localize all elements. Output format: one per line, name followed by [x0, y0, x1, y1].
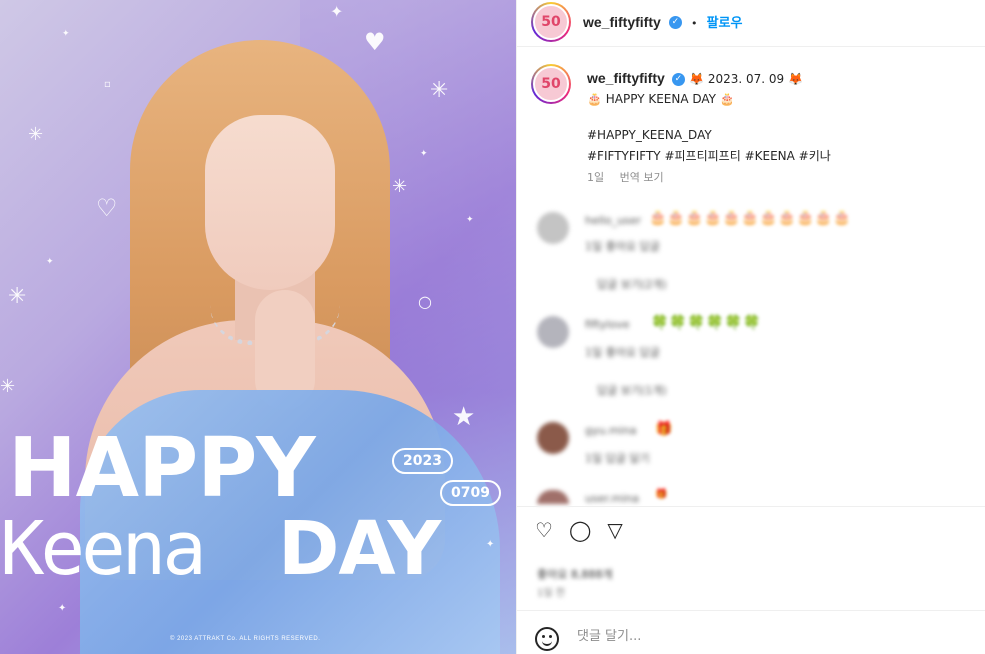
comment-input[interactable] — [577, 629, 957, 644]
verified-icon: ✓ — [668, 16, 682, 29]
follow-button[interactable]: 팔로우 — [707, 16, 743, 31]
share-icon[interactable]: ▽ — [607, 520, 622, 540]
snowflake-icon: ✳ — [392, 176, 408, 197]
face-shape — [205, 115, 335, 290]
likes-count[interactable]: 좋아요 8,888개 — [537, 566, 612, 582]
view-replies-link[interactable]: 답글 보기(2개) — [597, 276, 667, 292]
comment-avatar[interactable] — [537, 212, 569, 244]
comment-username[interactable]: user.mina — [585, 492, 639, 505]
actions-divider — [517, 506, 985, 507]
comment-meta: 1일 답글 달기 — [585, 452, 650, 465]
translate-link[interactable]: 번역 보기 — [620, 171, 664, 184]
heart-outline-icon: ♡ — [96, 194, 118, 222]
caption-date-line: 🦊 2023. 07. 09 🦊 — [689, 72, 803, 86]
star-icon: ★ — [452, 402, 476, 432]
comment-text: 🎁 — [655, 421, 674, 437]
verified-icon: ✓ — [671, 73, 685, 86]
comment-avatar[interactable] — [537, 422, 569, 454]
comment-username[interactable]: fiftylove — [585, 318, 630, 331]
year-badge: 2023 — [392, 448, 453, 474]
sparkle-icon: ✦ — [420, 149, 428, 159]
snowflake-icon: ✳ — [28, 124, 44, 145]
sparkle-icon: ✦ — [62, 29, 70, 39]
sparkle-icon: ✦ — [486, 539, 495, 550]
comment-meta: 1일 좋아요 답글 — [585, 240, 660, 253]
comment-meta: 1일 좋아요 답글 — [585, 346, 660, 359]
post-image[interactable]: ✦ ♥ ✦ ▫ ✳ ✳ ✦ ✳ ♡ ✦ ✦ ✳ ○ ✳ ★ ✦ ✦ HAPPY … — [0, 0, 516, 654]
comment-username[interactable]: hello_user — [585, 214, 641, 227]
sparkle-icon: ✦ — [330, 2, 344, 21]
sparkle-icon: ✦ — [58, 603, 67, 614]
caption-meta: 1일 번역 보기 — [587, 169, 676, 185]
heart-icon[interactable]: ♡ — [535, 520, 553, 540]
separator-dot: • — [690, 17, 698, 30]
headline-day: DAY — [278, 506, 441, 592]
sparkle-icon: ▫ — [104, 79, 111, 90]
time-ago[interactable]: 1일 — [587, 171, 604, 184]
avatar-initials: 50 — [533, 4, 569, 40]
view-replies-link[interactable]: 답글 보기(1개) — [597, 382, 667, 398]
caption-avatar-initials: 50 — [533, 66, 569, 102]
comment-username[interactable]: gyu.mina — [585, 424, 636, 437]
header-username[interactable]: we_fiftyfifty — [583, 14, 661, 30]
snowflake-icon: ✳ — [8, 284, 27, 309]
comment-box — [517, 610, 985, 654]
copyright-text: © 2023 ATTRAKT Co. ALL RIGHTS RESERVED. — [170, 636, 321, 642]
caption-avatar[interactable]: 50 — [531, 64, 571, 104]
post-header: 50 we_fiftyfifty ✓ • 팔로우 — [517, 0, 985, 42]
emoji-icon[interactable] — [535, 627, 559, 651]
header-divider — [517, 46, 985, 47]
comment-avatar[interactable] — [537, 316, 569, 348]
sparkle-icon: ✦ — [46, 257, 54, 267]
date-badge: 0709 — [440, 480, 501, 506]
comment-icon[interactable]: ◯ — [569, 520, 591, 540]
action-bar: ♡ ◯ ▽ — [535, 520, 623, 540]
comment-avatar[interactable] — [537, 490, 569, 504]
comment-text: 🎂🎂🎂🎂🎂🎂🎂🎂🎂🎂🎂 — [649, 210, 852, 226]
heart-outline-icon: ♥ — [364, 28, 386, 56]
caption-line-1: 🎂 HAPPY KEENA DAY 🎂 — [587, 92, 735, 106]
snowflake-icon: ✳ — [430, 78, 449, 103]
headline-happy: HAPPY — [8, 421, 316, 516]
circle-icon: ○ — [418, 292, 432, 311]
sparkle-icon: ✳ — [0, 376, 16, 397]
caption-line-2[interactable]: #HAPPY_KEENA_DAY — [587, 128, 712, 142]
post-date: 1일 전 — [537, 588, 565, 599]
sparkle-icon: ✦ — [466, 215, 474, 225]
caption-line-3[interactable]: #FIFTYFIFTY #피프티피프티 #KEENA #키나 — [587, 147, 831, 164]
headline-name: Keena — [0, 506, 207, 592]
avatar[interactable]: 50 — [531, 2, 571, 42]
comment-text: 🎁 — [655, 489, 669, 500]
caption-username[interactable]: we_fiftyfifty — [587, 70, 665, 86]
comment-text: 🍀🍀🍀🍀🍀🍀 — [651, 315, 762, 331]
caption-header: we_fiftyfifty ✓ 🦊 2023. 07. 09 🦊 — [587, 70, 803, 87]
post-sidebar: 50 we_fiftyfifty ✓ • 팔로우 50 we_fiftyfift… — [516, 0, 985, 654]
